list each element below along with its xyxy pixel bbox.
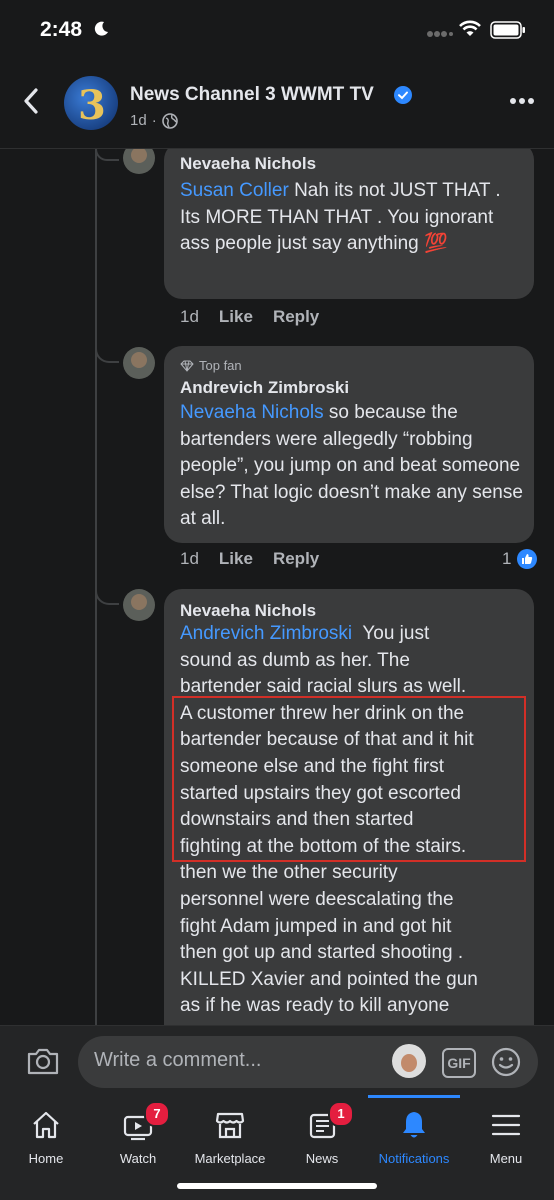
comment-placeholder: Write a comment... [94,1049,262,1071]
page-logo-text: 3 [78,82,106,129]
emoji-icon[interactable] [490,1046,522,1078]
notification-badge: 1 [328,1101,354,1127]
mention-link[interactable]: Andrevich Zimbroski [180,623,352,644]
avatar[interactable] [123,347,155,379]
bell-icon [403,1112,425,1138]
comment-author[interactable]: Nevaeha Nichols [180,154,316,174]
mention-link[interactable]: Nevaeha Nichols [180,402,324,423]
comment-line: then got up and started shooting . [180,942,464,964]
reaction-number: 1 [502,549,512,568]
comment-line: sound as dumb as her. The [180,649,410,671]
comment-age: 1d [180,549,199,568]
marketplace-icon [215,1112,245,1139]
thread-connector [95,581,119,605]
thread-connector [95,339,119,363]
comment-thread: Nevaeha Nichols Susan Coller Nah its not… [0,149,554,1025]
avatar[interactable] [123,589,155,621]
reaction-count[interactable]: 1 [502,549,538,569]
menu-icon [491,1114,521,1136]
diamond-icon [180,360,194,372]
comment-line: then we the other security [180,862,398,884]
comment-text: Susan Coller Nah its not JUST THAT . Its… [180,178,525,258]
comment-line: You just [362,623,430,644]
top-fan-label: Top fan [199,358,242,373]
page-name[interactable]: News Channel 3 WWMT TV [130,84,374,106]
comment-actions: 1d Like Reply [180,307,339,327]
comment-bubble: Top fan Andrevich Zimbroski Nevaeha Nich… [164,346,534,543]
hundred-emoji: 💯 [424,233,448,255]
comment-bubble: Nevaeha Nichols Susan Coller Nah its not… [164,149,534,299]
comment-line: fight Adam jumped in and got hit [180,915,452,937]
camera-icon[interactable] [26,1046,60,1076]
comment-input[interactable]: Write a comment... GIF [78,1036,538,1088]
post-meta: 1d · [130,112,178,129]
tab-label: Home [28,1151,64,1166]
home-icon [33,1111,59,1139]
notification-badge: 7 [144,1101,170,1127]
globe-icon [161,112,178,129]
comment-author[interactable]: Andrevich Zimbroski [180,378,349,398]
gif-icon[interactable]: GIF [442,1048,476,1078]
wifi-icon [459,20,481,36]
status-time: 2:48 [40,18,83,41]
comment-line: KILLED Xavier and pointed the gun [180,968,478,990]
battery-icon [490,21,525,39]
tab-label: Notifications [378,1151,450,1166]
like-button[interactable]: Like [219,307,253,327]
mention-link[interactable]: Susan Coller [180,180,289,201]
reply-button[interactable]: Reply [273,549,319,569]
top-fan-badge: Top fan [180,358,242,373]
post-age: 1d [130,112,147,129]
home-indicator [177,1183,377,1189]
moon-icon [94,21,108,36]
comment-author[interactable]: Nevaeha Nichols [180,601,316,621]
comment-age: 1d [180,307,199,326]
page-avatar[interactable]: 3 [64,76,118,130]
verified-icon [394,86,412,104]
dot-separator: · [151,112,157,129]
comment-text: Nevaeha Nichols so because the bartender… [180,400,525,533]
more-icon[interactable] [510,98,534,104]
post-header: 3 News Channel 3 WWMT TV 1d · [0,64,554,149]
thread-connector [95,149,119,161]
like-reaction-icon [517,549,538,569]
tab-label: Marketplace [194,1151,266,1166]
tab-label: Menu [489,1151,523,1166]
signal-icon [427,31,453,37]
like-button[interactable]: Like [219,549,253,569]
comment-composer: Write a comment... GIF [0,1025,554,1098]
comment-actions: 1d Like Reply [180,549,339,569]
comment-line: as if he was ready to kill anyone [180,995,450,1017]
status-bar: 2:48 [0,0,554,60]
avatar-sticker-icon[interactable] [392,1044,426,1078]
tab-label: News [305,1151,339,1166]
comment-line: personnel were deescalating the [180,888,454,910]
back-icon[interactable] [20,86,42,116]
avatar[interactable] [123,149,155,174]
highlight-box [172,696,526,862]
tab-label: Watch [119,1151,157,1166]
reply-button[interactable]: Reply [273,307,319,327]
